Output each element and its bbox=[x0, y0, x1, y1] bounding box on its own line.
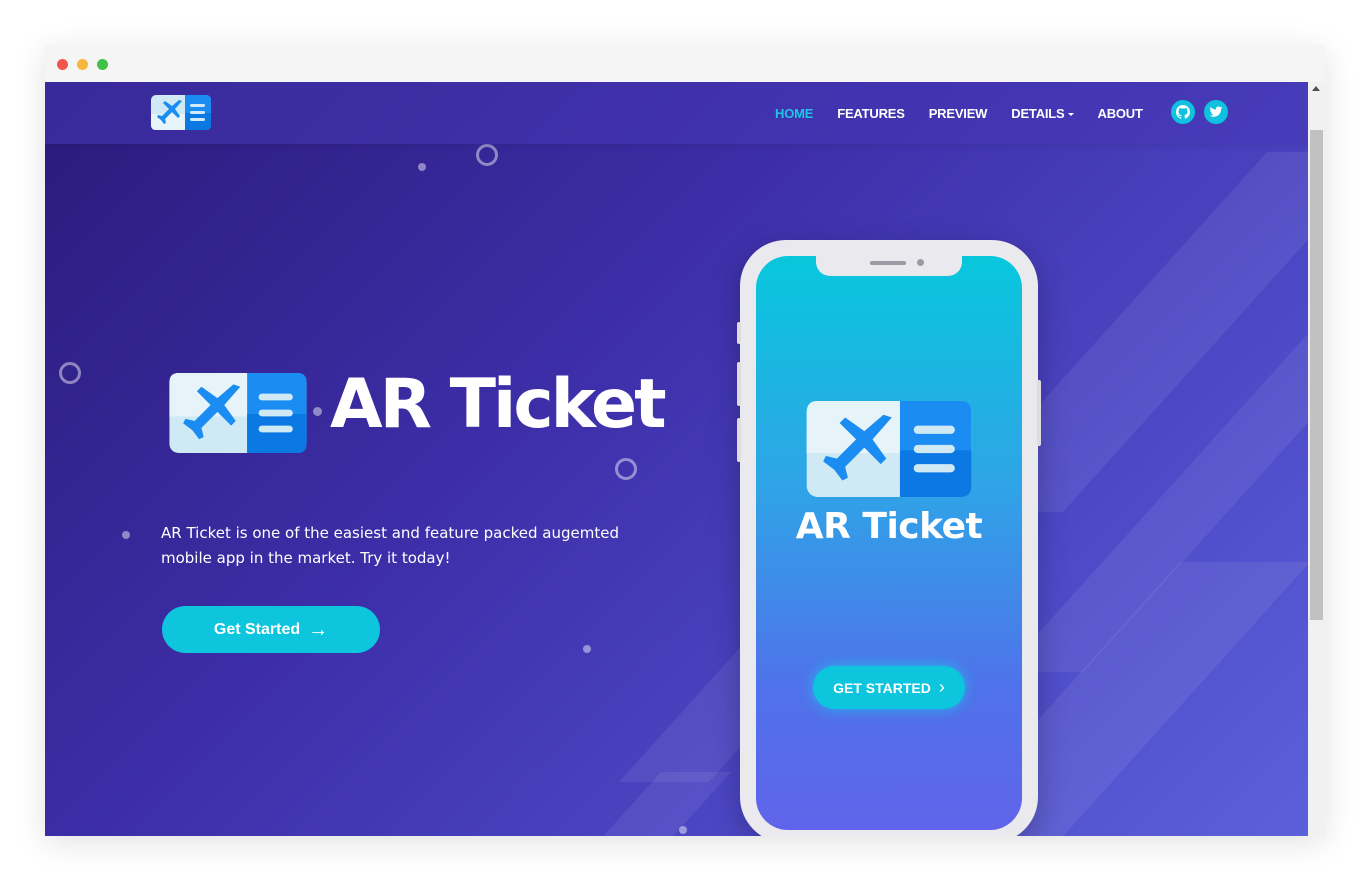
page-scrollbar[interactable] bbox=[1308, 82, 1325, 836]
hero-logo bbox=[167, 373, 309, 458]
scroll-up-arrow-icon[interactable] bbox=[1312, 86, 1320, 91]
minimize-window-button[interactable] bbox=[77, 59, 88, 70]
hero-title: AR Ticket bbox=[330, 365, 667, 444]
phone-mockup: AR Ticket GET STARTED › bbox=[737, 240, 1041, 836]
github-link[interactable] bbox=[1171, 100, 1195, 124]
brand-logo[interactable] bbox=[151, 95, 211, 135]
phone-side-button bbox=[737, 322, 741, 344]
nav-details[interactable]: DETAILS bbox=[1011, 105, 1074, 121]
github-icon bbox=[1176, 105, 1190, 119]
phone-side-button bbox=[737, 362, 741, 406]
browser-window: HOME FEATURES PREVIEW DETAILS ABOUT AR T… bbox=[45, 45, 1325, 836]
nav-preview[interactable]: PREVIEW bbox=[929, 106, 988, 121]
arrow-right-icon: → bbox=[308, 618, 329, 641]
phone-get-started-button[interactable]: GET STARTED › bbox=[813, 666, 965, 709]
window-titlebar bbox=[45, 45, 1325, 82]
phone-speaker bbox=[870, 261, 906, 265]
decorative-dot bbox=[313, 407, 322, 416]
get-started-button[interactable]: Get Started → bbox=[162, 606, 380, 653]
decorative-dot bbox=[122, 531, 130, 539]
twitter-link[interactable] bbox=[1204, 100, 1228, 124]
nav-home[interactable]: HOME bbox=[775, 106, 813, 121]
scrollbar-thumb[interactable] bbox=[1310, 130, 1323, 620]
decorative-dot bbox=[583, 645, 591, 653]
phone-side-button bbox=[1037, 380, 1041, 446]
top-navbar: HOME FEATURES PREVIEW DETAILS ABOUT bbox=[45, 82, 1308, 144]
caret-down-icon bbox=[1067, 112, 1074, 116]
phone-get-started-label: GET STARTED bbox=[833, 679, 931, 696]
nav-details-label: DETAILS bbox=[1011, 105, 1065, 121]
nav-links: HOME FEATURES PREVIEW DETAILS ABOUT bbox=[775, 82, 1167, 144]
ticket-logo-icon bbox=[169, 373, 307, 453]
nav-features[interactable]: FEATURES bbox=[837, 106, 905, 121]
phone-notch bbox=[816, 256, 962, 276]
phone-side-button bbox=[737, 418, 741, 462]
decorative-ring bbox=[59, 362, 81, 384]
twitter-icon bbox=[1209, 106, 1223, 117]
ticket-logo-icon bbox=[806, 401, 972, 497]
maximize-window-button[interactable] bbox=[97, 59, 108, 70]
phone-screen: AR Ticket GET STARTED › bbox=[756, 256, 1022, 830]
phone-app-logo bbox=[805, 401, 973, 502]
phone-camera bbox=[917, 259, 924, 266]
decorative-dot bbox=[679, 826, 687, 834]
close-window-button[interactable] bbox=[57, 59, 68, 70]
get-started-label: Get Started bbox=[213, 620, 301, 638]
ticket-logo-icon bbox=[151, 95, 211, 130]
page-viewport: HOME FEATURES PREVIEW DETAILS ABOUT AR T… bbox=[45, 82, 1308, 836]
decorative-dot bbox=[418, 163, 426, 171]
decorative-ring bbox=[615, 458, 637, 480]
background-stripe bbox=[588, 772, 732, 836]
hero-description: AR Ticket is one of the easiest and feat… bbox=[161, 524, 619, 567]
nav-about[interactable]: ABOUT bbox=[1098, 106, 1143, 121]
decorative-ring bbox=[476, 144, 498, 166]
phone-app-title: AR Ticket bbox=[795, 506, 983, 547]
chevron-right-icon: › bbox=[938, 677, 945, 697]
